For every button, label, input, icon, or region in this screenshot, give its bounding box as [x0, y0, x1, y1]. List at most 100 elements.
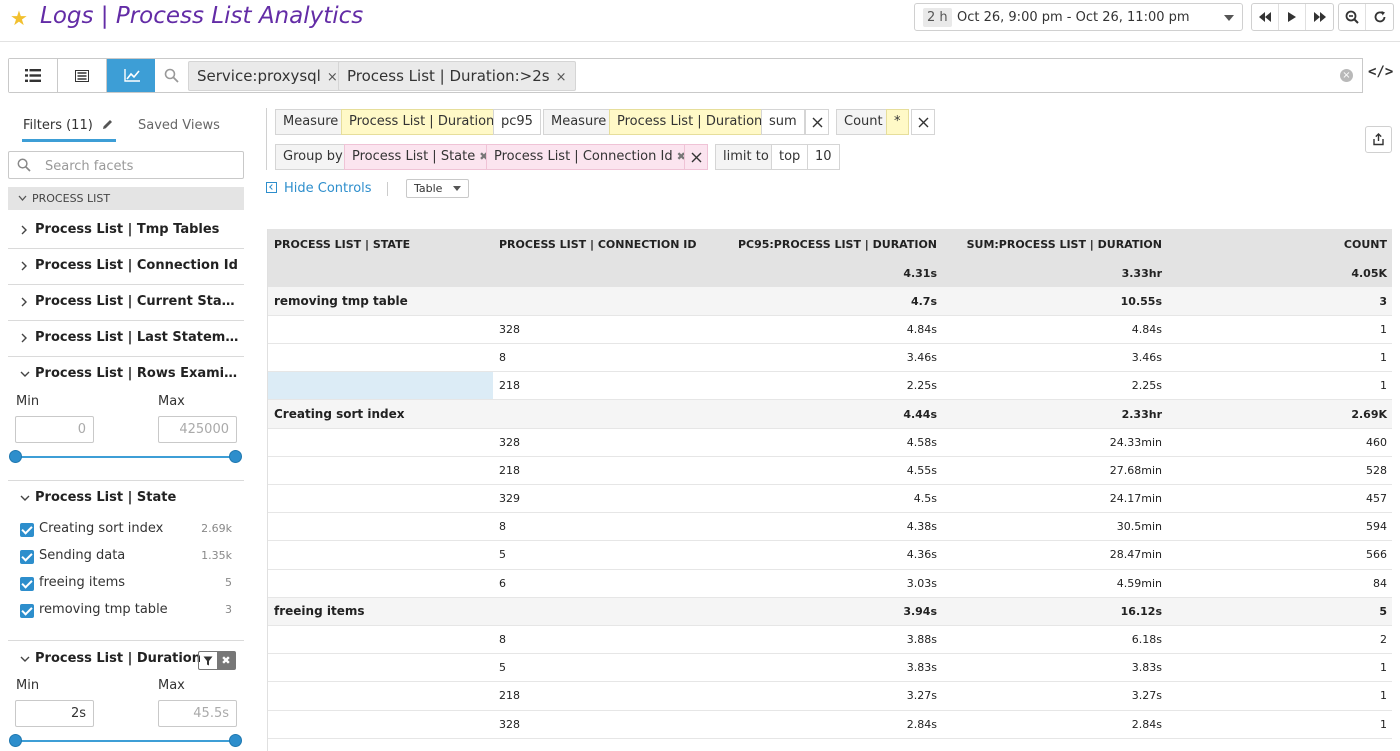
slider-min-handle[interactable]: [9, 450, 22, 463]
table-group-row[interactable]: Creating sort index 4.44s 2.33hr 2.69K: [268, 399, 1392, 429]
zoom-out-button[interactable]: [1339, 4, 1366, 30]
play-button[interactable]: [1279, 4, 1306, 30]
max-label: Max: [158, 394, 185, 409]
table-row[interactable]: 8 3.88s 6.18s 2: [268, 625, 1392, 655]
facet-search-input[interactable]: [45, 157, 235, 175]
duration-max-field[interactable]: 45.5s: [158, 700, 237, 727]
table-row[interactable]: 328 4.84s 4.84s 1: [268, 315, 1392, 345]
tab-filters[interactable]: Filters (11): [23, 118, 114, 133]
measure-field-select[interactable]: Process List | Duration: [609, 109, 771, 135]
rewind-button[interactable]: [1252, 4, 1279, 30]
facet-connection-id[interactable]: Process List | Connection Id: [8, 249, 244, 285]
checkbox[interactable]: [20, 577, 34, 591]
rows-examined-min-field[interactable]: 0: [15, 416, 94, 443]
table-row[interactable]: 328 2.84s 2.84s 1: [268, 710, 1392, 739]
section-header-process-list[interactable]: PROCESS LIST: [8, 187, 244, 210]
table-group-row[interactable]: removing tmp table 4.7s 10.55s 3: [268, 287, 1392, 316]
patterns-view-tab[interactable]: [58, 59, 107, 92]
slider-min-handle[interactable]: [9, 734, 22, 747]
clear-search-icon[interactable]: ×: [1340, 69, 1353, 82]
time-range-picker[interactable]: 2 h Oct 26, 9:00 pm - Oct 26, 11:00 pm: [914, 3, 1243, 31]
close-icon[interactable]: ×: [327, 70, 338, 85]
state-value-freeing-items[interactable]: freeing items 5: [20, 574, 232, 594]
search-pill-duration[interactable]: Process List | Duration:>2s ×: [338, 61, 576, 91]
state-value-sending-data[interactable]: Sending data 1.35k: [20, 547, 232, 567]
table-row[interactable]: 218 4.55s 27.68min 528: [268, 456, 1392, 486]
checkbox[interactable]: [20, 604, 34, 618]
code-toggle-icon[interactable]: </>: [1368, 64, 1393, 80]
chevron-down-icon[interactable]: [20, 367, 30, 381]
search-pill-service[interactable]: Service:proxysql ×: [188, 61, 347, 91]
rows-examined-slider[interactable]: [9, 450, 242, 463]
group-by-tag-state[interactable]: Process List | State ✖: [344, 144, 497, 170]
facet-tmp-tables[interactable]: Process List | Tmp Tables: [8, 213, 244, 249]
column-header[interactable]: PC95:PROCESS LIST | DURATION: [703, 229, 943, 259]
column-header[interactable]: COUNT: [1168, 229, 1392, 259]
table-row[interactable]: 328 4.58s 24.33min 460: [268, 428, 1392, 457]
analytics-table: PROCESS LIST | STATE PROCESS LIST | CONN…: [267, 229, 1392, 751]
table-row[interactable]: 5 3.83s 3.83s 1: [268, 653, 1392, 683]
checkbox[interactable]: [20, 523, 34, 537]
table-row[interactable]: 329 4.5s 24.17min 457: [268, 484, 1392, 514]
table-cell: 6.18s: [943, 625, 1168, 655]
tab-filters-label: Filters (11): [23, 118, 93, 133]
playback-controls: [1251, 3, 1334, 31]
table-row[interactable]: 218 3.27s 3.27s 1: [268, 681, 1392, 711]
fast-forward-button[interactable]: [1306, 4, 1333, 30]
facet-last-statement[interactable]: Process List | Last Statement: [8, 321, 244, 357]
hide-controls-link[interactable]: Hide Controls: [266, 181, 372, 196]
measure-aggregation-select[interactable]: pc95: [493, 109, 541, 135]
table-cell: 2.33hr: [943, 399, 1168, 429]
duration-slider[interactable]: [9, 734, 242, 747]
column-header[interactable]: PROCESS LIST | CONNECTION ID: [493, 229, 703, 259]
table-cell: 218: [493, 371, 703, 401]
table-row[interactable]: 218 2.25s 2.25s 1: [268, 371, 1392, 401]
remove-count-button[interactable]: [911, 109, 935, 135]
slider-max-handle[interactable]: [229, 734, 242, 747]
column-header[interactable]: SUM:PROCESS LIST | DURATION: [943, 229, 1168, 259]
duration-min-field[interactable]: 2s: [15, 700, 94, 727]
export-button[interactable]: [1365, 126, 1392, 153]
remove-group-by-button[interactable]: [684, 144, 708, 170]
facet-name[interactable]: Process List | Rows Examined: [35, 366, 240, 381]
table-row[interactable]: 5 4.36s 28.47min 566: [268, 540, 1392, 570]
pencil-icon[interactable]: [101, 118, 114, 131]
count-field-select[interactable]: *: [886, 109, 909, 135]
analytics-view-tab[interactable]: [107, 59, 156, 92]
measure-aggregation-select[interactable]: sum: [761, 109, 805, 135]
rows-examined-max-field[interactable]: 425000: [158, 416, 237, 443]
chevron-down-icon: [453, 186, 461, 191]
checkbox[interactable]: [20, 550, 34, 564]
close-icon[interactable]: ×: [556, 70, 567, 85]
table-row[interactable]: 8 4.38s 30.5min 594: [268, 512, 1392, 542]
list-view-tab[interactable]: [9, 59, 58, 92]
table-cell: 3: [1168, 287, 1392, 316]
group-by-tag-connection-id[interactable]: Process List | Connection Id ✖: [486, 144, 694, 170]
state-value-creating-sort-index[interactable]: Creating sort index 2.69k: [20, 520, 232, 540]
tab-saved-views[interactable]: Saved Views: [138, 118, 220, 133]
limit-direction-select[interactable]: top: [771, 144, 809, 170]
favorite-star-icon[interactable]: ★: [10, 8, 28, 28]
chevron-down-icon[interactable]: [20, 491, 30, 505]
table-cell: [268, 681, 493, 711]
table-row[interactable]: 8 3.46s 3.46s 1: [268, 343, 1392, 373]
clear-filter-icon[interactable]: ✖: [217, 652, 235, 669]
facet-current-statement[interactable]: Process List | Current Statem…: [8, 285, 244, 321]
column-header[interactable]: PROCESS LIST | STATE: [268, 229, 493, 259]
table-row[interactable]: 6 3.03s 4.59min 84: [268, 569, 1392, 598]
table-cell: [268, 456, 493, 486]
measure-label: Measure: [543, 109, 615, 135]
limit-count-input[interactable]: 10: [807, 144, 840, 170]
refresh-button[interactable]: [1366, 4, 1393, 30]
visualization-type-select[interactable]: Table: [406, 179, 469, 198]
chevron-down-icon[interactable]: [20, 652, 30, 666]
facet-search[interactable]: [8, 151, 244, 179]
facet-name[interactable]: Process List | State: [35, 490, 240, 505]
measure-field-select[interactable]: Process List | Duration: [341, 109, 503, 135]
slider-max-handle[interactable]: [229, 450, 242, 463]
state-value-removing-tmp-table[interactable]: removing tmp table 3: [20, 601, 232, 621]
filter-button[interactable]: [199, 652, 217, 669]
remove-measure-button[interactable]: [805, 109, 829, 135]
table-group-row[interactable]: freeing items 3.94s 16.12s 5: [268, 597, 1392, 626]
search-query-bar[interactable]: Service:proxysql × Process List | Duratio…: [155, 58, 1363, 93]
